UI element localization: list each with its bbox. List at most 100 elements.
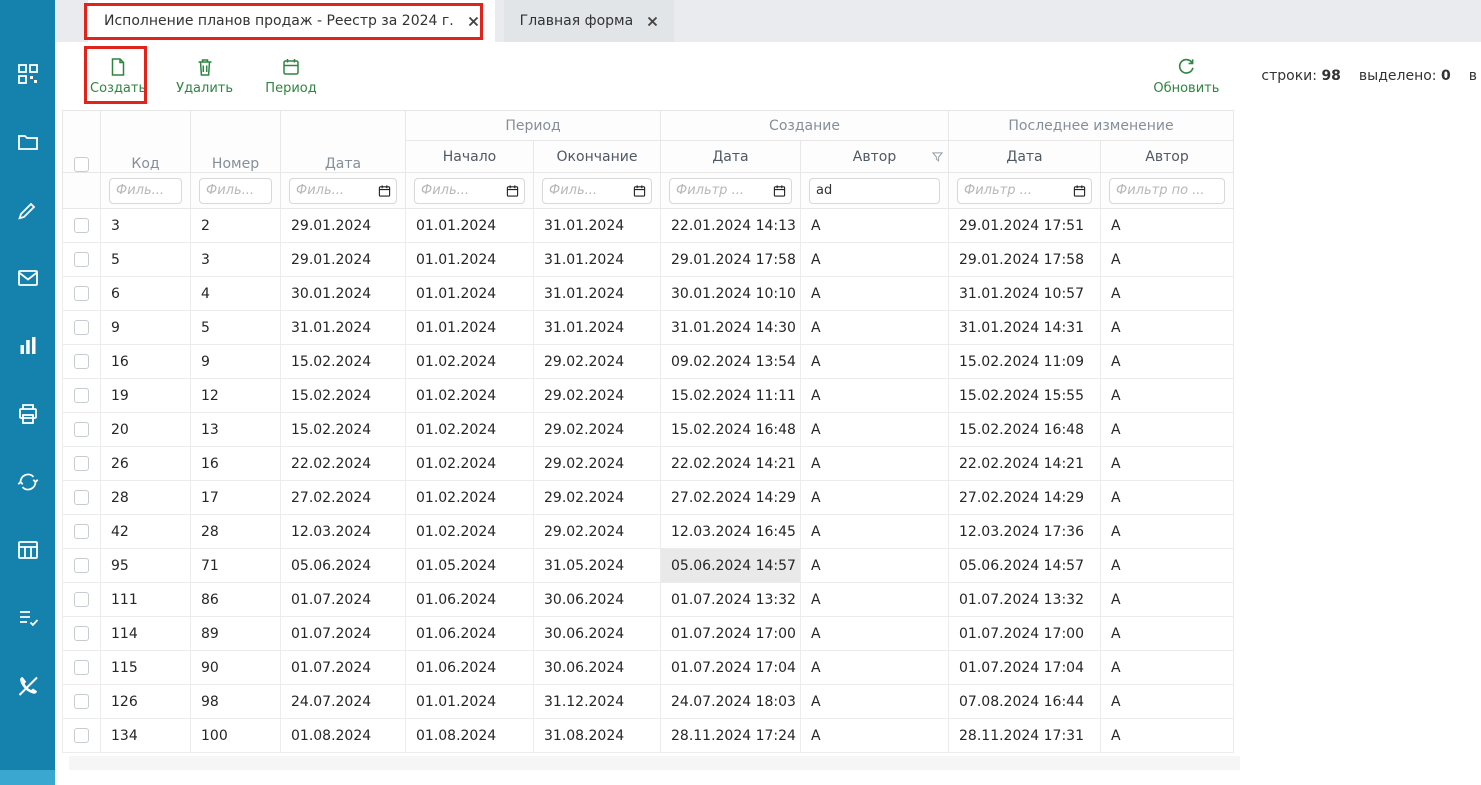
- table-cell[interactable]: 100: [191, 719, 281, 753]
- row-checkbox[interactable]: [74, 252, 89, 267]
- row-checkbox[interactable]: [74, 286, 89, 301]
- table-cell[interactable]: 05.06.2024 14:57: [949, 549, 1101, 583]
- table-cell[interactable]: 29.01.2024 17:58: [661, 243, 801, 277]
- table-cell[interactable]: 31.01.2024: [281, 311, 406, 345]
- table-cell[interactable]: 01.06.2024: [406, 617, 534, 651]
- table-cell[interactable]: 30.06.2024: [534, 651, 661, 685]
- table-cell[interactable]: 01.07.2024 17:00: [661, 617, 801, 651]
- column-header-date[interactable]: Дата: [281, 111, 406, 173]
- table-cell[interactable]: A: [1101, 311, 1234, 345]
- table-cell[interactable]: 2: [191, 209, 281, 243]
- table-row[interactable]: 422812.03.202401.02.202429.02.202412.03.…: [63, 515, 1234, 549]
- table-row[interactable]: 1148901.07.202401.06.202430.06.202401.07…: [63, 617, 1234, 651]
- table-cell[interactable]: 05.06.2024 14:57: [661, 549, 801, 583]
- table-cell[interactable]: 01.02.2024: [406, 515, 534, 549]
- filter-creation-date-input[interactable]: [669, 178, 792, 204]
- table-cell[interactable]: 01.07.2024 17:04: [661, 651, 801, 685]
- table-cell[interactable]: A: [801, 583, 949, 617]
- create-button[interactable]: Создать: [90, 57, 146, 96]
- filter-change-date-input[interactable]: [957, 178, 1092, 204]
- table-cell[interactable]: 31.01.2024: [534, 277, 661, 311]
- table-cell[interactable]: 28.11.2024 17:31: [949, 719, 1101, 753]
- table-cell[interactable]: 01.07.2024: [281, 617, 406, 651]
- table-cell[interactable]: 22.02.2024 14:21: [949, 447, 1101, 481]
- table-row[interactable]: 281727.02.202401.02.202429.02.202427.02.…: [63, 481, 1234, 515]
- table-cell[interactable]: A: [801, 481, 949, 515]
- table-cell[interactable]: 07.08.2024 16:44: [949, 685, 1101, 719]
- table-cell[interactable]: A: [1101, 413, 1234, 447]
- table-cell[interactable]: 3: [101, 209, 191, 243]
- table-cell[interactable]: 05.06.2024: [281, 549, 406, 583]
- table-cell[interactable]: 111: [101, 583, 191, 617]
- table-row[interactable]: 5329.01.202401.01.202431.01.202429.01.20…: [63, 243, 1234, 277]
- table-cell[interactable]: 15.02.2024: [281, 413, 406, 447]
- table-cell[interactable]: A: [1101, 277, 1234, 311]
- table-cell[interactable]: 16: [191, 447, 281, 481]
- table-cell[interactable]: A: [801, 379, 949, 413]
- table-cell[interactable]: 15.02.2024 15:55: [949, 379, 1101, 413]
- table-cell[interactable]: 27.02.2024 14:29: [949, 481, 1101, 515]
- row-checkbox[interactable]: [74, 728, 89, 743]
- filter-number-input[interactable]: [199, 178, 272, 204]
- table-cell[interactable]: 98: [191, 685, 281, 719]
- table-row[interactable]: 957105.06.202401.05.202431.05.202405.06.…: [63, 549, 1234, 583]
- table-cell[interactable]: 24.07.2024: [281, 685, 406, 719]
- table-cell[interactable]: 31.01.2024: [534, 311, 661, 345]
- table-cell[interactable]: 29.02.2024: [534, 413, 661, 447]
- table-cell[interactable]: 17: [191, 481, 281, 515]
- table-cell[interactable]: 01.07.2024 17:00: [949, 617, 1101, 651]
- table-cell[interactable]: 30.01.2024 10:10: [661, 277, 801, 311]
- table-cell[interactable]: 28.11.2024 17:24: [661, 719, 801, 753]
- table-cell[interactable]: 16: [101, 345, 191, 379]
- column-header-creation-date[interactable]: Дата: [661, 141, 801, 173]
- tab-sales-register[interactable]: Исполнение планов продаж - Реестр за 202…: [88, 0, 495, 42]
- table-cell[interactable]: A: [1101, 345, 1234, 379]
- table-cell[interactable]: 29.02.2024: [534, 447, 661, 481]
- table-grid-icon[interactable]: [16, 538, 40, 562]
- table-cell[interactable]: 29.01.2024: [281, 243, 406, 277]
- table-cell[interactable]: 71: [191, 549, 281, 583]
- table-cell[interactable]: 01.08.2024: [406, 719, 534, 753]
- table-cell[interactable]: 4: [191, 277, 281, 311]
- table-cell[interactable]: 29.02.2024: [534, 481, 661, 515]
- folder-icon[interactable]: [16, 130, 40, 154]
- table-row[interactable]: 1159001.07.202401.06.202430.06.202401.07…: [63, 651, 1234, 685]
- sidebar-footer-toggle[interactable]: [0, 770, 55, 785]
- pencil-icon[interactable]: [16, 198, 40, 222]
- table-cell[interactable]: 90: [191, 651, 281, 685]
- table-cell[interactable]: 12.03.2024 16:45: [661, 515, 801, 549]
- table-cell[interactable]: A: [1101, 583, 1234, 617]
- table-row[interactable]: 3229.01.202401.01.202431.01.202422.01.20…: [63, 209, 1234, 243]
- table-cell[interactable]: 01.07.2024 13:32: [949, 583, 1101, 617]
- phone-slash-icon[interactable]: [16, 674, 40, 698]
- table-cell[interactable]: 24.07.2024 18:03: [661, 685, 801, 719]
- table-cell[interactable]: 3: [191, 243, 281, 277]
- table-cell[interactable]: 126: [101, 685, 191, 719]
- table-cell[interactable]: 09.02.2024 13:54: [661, 345, 801, 379]
- table-row[interactable]: 201315.02.202401.02.202429.02.202415.02.…: [63, 413, 1234, 447]
- table-cell[interactable]: A: [801, 685, 949, 719]
- table-row[interactable]: 191215.02.202401.02.202429.02.202415.02.…: [63, 379, 1234, 413]
- table-row[interactable]: 9531.01.202401.01.202431.01.202431.01.20…: [63, 311, 1234, 345]
- table-cell[interactable]: 31.01.2024: [534, 209, 661, 243]
- table-cell[interactable]: 27.02.2024 14:29: [661, 481, 801, 515]
- table-cell[interactable]: 01.07.2024: [281, 651, 406, 685]
- table-cell[interactable]: 115: [101, 651, 191, 685]
- select-all-checkbox[interactable]: [74, 157, 89, 172]
- column-header-change-date[interactable]: Дата: [949, 141, 1101, 173]
- table-cell[interactable]: 31.12.2024: [534, 685, 661, 719]
- table-row[interactable]: 1118601.07.202401.06.202430.06.202401.07…: [63, 583, 1234, 617]
- period-button[interactable]: Период: [263, 57, 319, 96]
- row-checkbox[interactable]: [74, 490, 89, 505]
- row-checkbox[interactable]: [74, 558, 89, 573]
- table-cell[interactable]: 5: [191, 311, 281, 345]
- table-cell[interactable]: 31.01.2024: [534, 243, 661, 277]
- table-row[interactable]: 13410001.08.202401.08.202431.08.202428.1…: [63, 719, 1234, 753]
- table-cell[interactable]: 86: [191, 583, 281, 617]
- table-cell[interactable]: 12.03.2024 17:36: [949, 515, 1101, 549]
- table-cell[interactable]: 01.07.2024 13:32: [661, 583, 801, 617]
- table-cell[interactable]: 01.02.2024: [406, 447, 534, 481]
- tab-main-form[interactable]: Главная форма: [504, 0, 674, 42]
- table-cell[interactable]: 01.07.2024 17:04: [949, 651, 1101, 685]
- column-header-number[interactable]: Номер: [191, 111, 281, 173]
